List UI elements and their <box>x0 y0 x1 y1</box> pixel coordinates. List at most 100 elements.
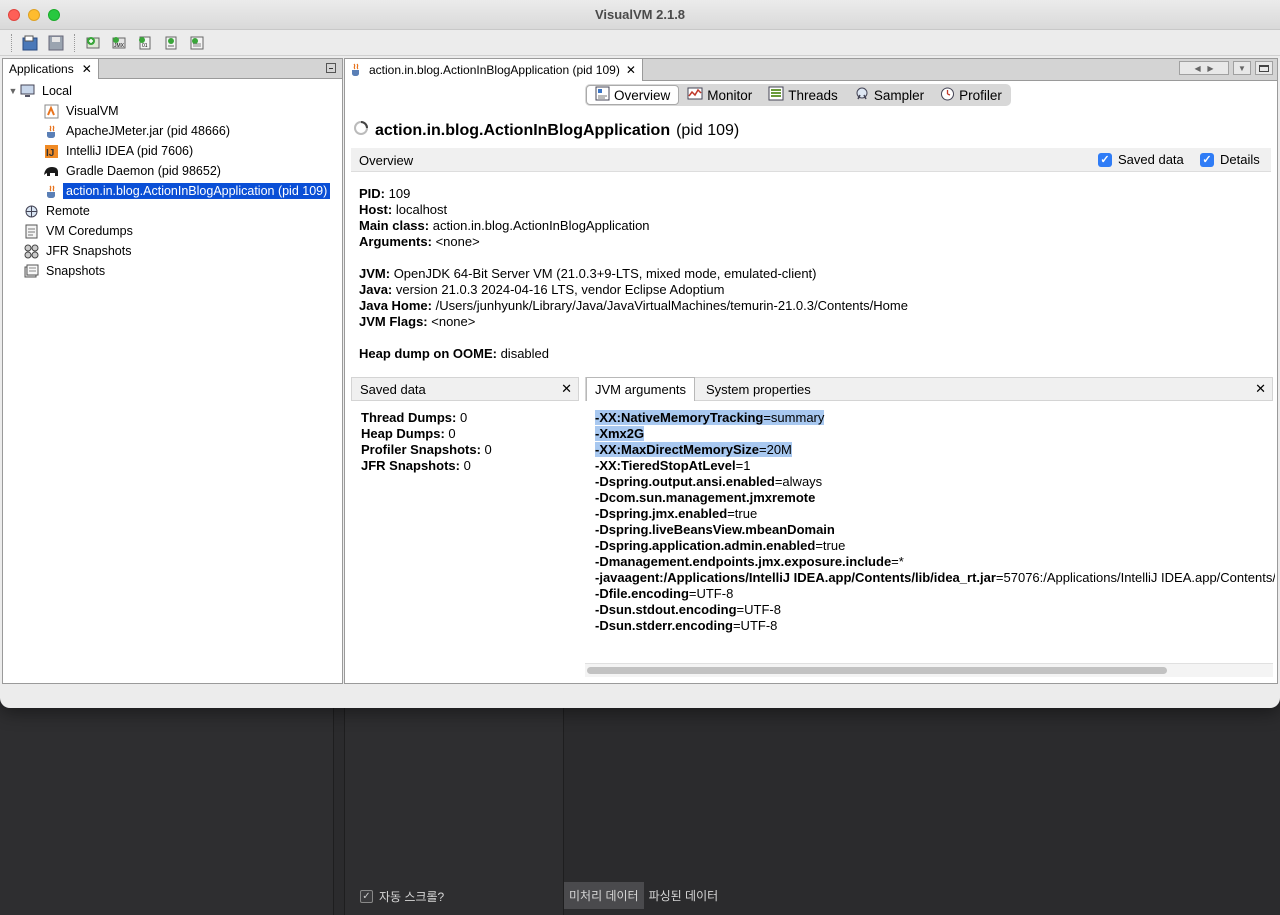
tab-monitor[interactable]: Monitor <box>679 85 760 105</box>
computer-icon <box>19 83 35 99</box>
tree-node-actioninblog[interactable]: action.in.blog.ActionInBlogApplication (… <box>3 181 342 201</box>
document-tab-bar: action.in.blog.ActionInBlogApplication (… <box>345 59 1277 81</box>
add-remote-host-button[interactable]: JMX <box>108 33 130 53</box>
autoscroll-checkbox[interactable]: ✓ 자동 스크롤? <box>360 888 444 905</box>
tab-overview[interactable]: Overview <box>586 85 680 105</box>
add-jmx-connection-button[interactable] <box>82 33 104 53</box>
tab-jvm-arguments[interactable]: JVM arguments <box>586 377 696 401</box>
jvm-argument[interactable]: -javaagent:/Applications/IntelliJ IDEA.a… <box>595 570 1275 586</box>
tree-node-gradle[interactable]: Gradle Daemon (pid 98652) <box>3 161 342 181</box>
compare-icon <box>190 36 204 49</box>
jvm-argument[interactable]: -Dspring.output.ansi.enabled=always <box>595 474 1275 490</box>
tree-node-jfr-snapshots[interactable]: JFR Snapshots <box>3 241 342 261</box>
tab-threads[interactable]: Threads <box>760 85 846 105</box>
tab-sampler[interactable]: Sampler <box>846 85 932 105</box>
loading-spinner-icon <box>353 120 369 141</box>
chevron-left-icon: ◀ <box>1194 63 1201 73</box>
application-pid: (pid 109) <box>676 121 740 139</box>
applications-tree: ▼ Local VisualVM ApacheJMeter.jar (pid 4… <box>3 79 342 281</box>
tab-actioninblog[interactable]: action.in.blog.ActionInBlogApplication (… <box>345 59 643 81</box>
info-pid: PID: 109 <box>359 186 411 201</box>
scrollbar-thumb[interactable] <box>587 667 1167 674</box>
background-column-middle <box>344 700 564 915</box>
profiler-icon <box>940 86 955 104</box>
java-cup-icon <box>43 123 59 139</box>
tree-label: VM Coredumps <box>46 224 133 238</box>
load-snapshot-button[interactable] <box>19 33 41 53</box>
svg-text:01: 01 <box>142 43 148 49</box>
info-jvm: JVM: OpenJDK 64-Bit Server VM (21.0.3+9-… <box>359 266 817 281</box>
jvm-argument[interactable]: -Dspring.jmx.enabled=true <box>595 506 1275 522</box>
tree-node-snapshots[interactable]: Snapshots <box>3 261 342 281</box>
close-icon[interactable]: ✕ <box>561 381 572 397</box>
minimize-panel-icon[interactable] <box>326 63 336 73</box>
horizontal-scrollbar[interactable] <box>585 663 1273 677</box>
tree-node-intellij[interactable]: IJ IntelliJ IDEA (pid 7606) <box>3 141 342 161</box>
save-button[interactable] <box>45 33 67 53</box>
tab-profiler[interactable]: Profiler <box>932 85 1010 105</box>
saved-data-checkbox[interactable]: ✓ Saved data <box>1098 152 1184 167</box>
info-java-home: Java Home: /Users/junhyunk/Library/Java/… <box>359 298 908 313</box>
maximize-window-button[interactable] <box>1255 61 1273 75</box>
jvm-argument[interactable]: -Dspring.application.admin.enabled=true <box>595 538 1275 554</box>
show-opened-documents-button[interactable]: ▼ <box>1233 61 1251 75</box>
chevron-down-icon[interactable]: ▼ <box>7 86 19 96</box>
add-coredump-button[interactable]: 01 <box>134 33 156 53</box>
tab-system-properties[interactable]: System properties <box>706 382 811 397</box>
details-checkbox[interactable]: ✓ Details <box>1200 152 1260 167</box>
scroll-tabs-button[interactable]: ◀ ▶ <box>1179 61 1229 75</box>
toolbar-separator <box>74 33 75 52</box>
close-icon[interactable]: ✕ <box>82 62 92 79</box>
info-main-class: Main class: action.in.blog.ActionInBlogA… <box>359 218 650 233</box>
toolbar-separator <box>11 33 12 52</box>
main-toolbar: JMX 01 <box>0 30 1280 56</box>
jvm-argument[interactable]: -Dsun.stdout.encoding=UTF-8 <box>595 602 1275 618</box>
jvm-argument[interactable]: -Xmx2G <box>595 426 1275 442</box>
jvm-argument[interactable]: -XX:MaxDirectMemorySize=20M <box>595 442 1275 458</box>
tab-parsed-data[interactable]: 파싱된 데이터 <box>644 882 724 909</box>
info-jvm-flags: JVM Flags: <none> <box>359 314 476 329</box>
svg-text:IJ: IJ <box>46 148 54 159</box>
tree-node-visualvm[interactable]: VisualVM <box>3 101 342 121</box>
tree-label: Snapshots <box>46 264 106 278</box>
jvm-argument[interactable]: -Dfile.encoding=UTF-8 <box>595 586 1275 602</box>
tree-label: action.in.blog.ActionInBlogApplication (… <box>63 183 331 199</box>
tree-node-local[interactable]: ▼ Local <box>3 81 342 101</box>
tab-applications[interactable]: Applications ✕ <box>3 59 99 79</box>
document-panel: action.in.blog.ActionInBlogApplication (… <box>344 58 1278 684</box>
jvm-argument[interactable]: -Dspring.liveBeansView.mbeanDomain <box>595 522 1275 538</box>
add-snapshot-button[interactable] <box>160 33 182 53</box>
chevron-down-icon: ▼ <box>1238 63 1246 73</box>
tab-raw-data[interactable]: 미처리 데이터 <box>564 882 644 909</box>
jvm-argument[interactable]: -XX:TieredStopAtLevel=1 <box>595 458 1275 474</box>
add-jmx-icon <box>86 36 100 48</box>
compare-snapshots-button[interactable] <box>186 33 208 53</box>
saved-profiler-snapshots: Profiler Snapshots: 0 <box>361 442 492 457</box>
tree-label: JFR Snapshots <box>46 244 132 258</box>
jvm-argument[interactable]: -XX:NativeMemoryTracking=summary <box>595 410 1275 426</box>
view-tabs: Overview Monitor Threads Sampler Profile… <box>585 84 1011 106</box>
close-icon[interactable]: ✕ <box>626 63 636 77</box>
saved-jfr-snapshots: JFR Snapshots: 0 <box>361 458 471 473</box>
tree-label: Remote <box>46 204 90 218</box>
tree-label: VisualVM <box>66 104 119 118</box>
tab-profiler-label: Profiler <box>959 87 1002 103</box>
svg-text:JMX: JMX <box>114 43 125 49</box>
visualvm-icon <box>43 103 59 119</box>
tree-node-remote[interactable]: Remote <box>3 201 342 221</box>
tree-label: Gradle Daemon (pid 98652) <box>66 164 221 178</box>
tree-node-coredumps[interactable]: VM Coredumps <box>3 221 342 241</box>
intellij-icon: IJ <box>43 143 59 159</box>
jvm-argument[interactable]: -Dsun.stderr.encoding=UTF-8 <box>595 618 1275 634</box>
close-icon[interactable]: ✕ <box>1255 381 1266 397</box>
info-java: Java: version 21.0.3 2024-04-16 LTS, ven… <box>359 282 725 297</box>
tab-threads-label: Threads <box>788 87 838 103</box>
add-coredump-icon: 01 <box>139 36 151 49</box>
jvm-argument[interactable]: -Dcom.sun.management.jmxremote <box>595 490 1275 506</box>
coredump-icon <box>23 223 39 239</box>
window-title: VisualVM 2.1.8 <box>594 7 686 22</box>
overview-section-title: Overview <box>359 153 414 168</box>
jvm-argument[interactable]: -Dmanagement.endpoints.jmx.exposure.incl… <box>595 554 1275 570</box>
tree-node-jmeter[interactable]: ApacheJMeter.jar (pid 48666) <box>3 121 342 141</box>
monitor-icon <box>687 86 703 104</box>
